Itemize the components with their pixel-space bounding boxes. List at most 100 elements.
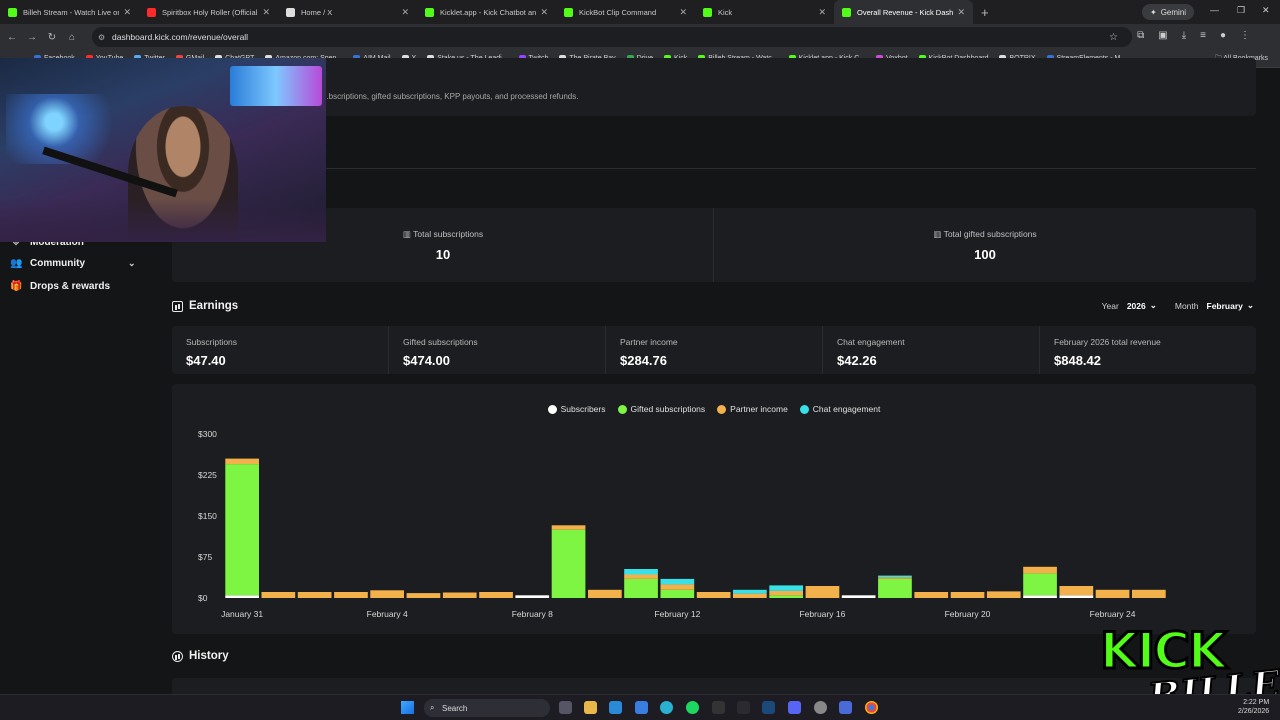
history-icon [172, 650, 183, 662]
back-icon[interactable]: ← [2, 32, 22, 43]
close-tab-icon[interactable]: ✕ [123, 7, 131, 18]
bookmark-star-icon[interactable]: ☆ [1109, 32, 1118, 43]
chrome-icon[interactable] [865, 701, 878, 714]
bar-segment-gifted[interactable] [551, 529, 586, 598]
bar-segment-partner[interactable] [225, 458, 259, 465]
y-tick-label: $75 [198, 552, 212, 562]
bar-segment-partner[interactable] [1095, 589, 1130, 598]
xbox-icon[interactable] [737, 701, 750, 714]
home-icon[interactable]: ⌂ [62, 32, 82, 43]
maximize-icon[interactable]: ❐ [1237, 5, 1245, 16]
bar-segment-subscribers[interactable] [225, 595, 259, 598]
bar-segment-partner[interactable] [624, 574, 658, 579]
bar-segment-chat[interactable] [660, 578, 695, 585]
bar-segment-partner[interactable] [914, 592, 949, 598]
year-select[interactable]: 2026 ⌄ [1127, 300, 1157, 311]
close-tab-icon[interactable]: ✕ [540, 7, 548, 18]
bar-segment-chat[interactable] [733, 589, 767, 594]
bar-segment-gifted[interactable] [1023, 573, 1057, 596]
discord-icon[interactable] [788, 701, 801, 714]
bar-segment-partner[interactable] [769, 590, 803, 596]
url-field[interactable]: ⚙ dashboard.kick.com/revenue/overall ☆ [92, 27, 1132, 47]
browser-tab[interactable]: Overall Revenue - Kick Dashbo ✕ [834, 0, 973, 24]
browser-tab[interactable]: Billeh Stream - Watch Live on K ✕ [0, 0, 139, 24]
bar-segment-partner[interactable] [442, 592, 477, 599]
extensions-icon[interactable]: ⧉ [1137, 30, 1144, 41]
bar-segment-subscribers[interactable] [1023, 595, 1057, 598]
profile-icon[interactable]: ● [1220, 30, 1226, 41]
close-tab-icon[interactable]: ✕ [262, 7, 270, 18]
bar-segment-partner[interactable] [878, 577, 912, 579]
bar-segment-partner[interactable] [986, 591, 1021, 598]
bar-segment-gifted[interactable] [878, 578, 912, 598]
x-tick-label: February 20 [945, 609, 991, 619]
bar-segment-partner[interactable] [733, 593, 767, 598]
obs-icon[interactable] [814, 701, 827, 714]
bar-segment-subscribers[interactable] [1059, 595, 1094, 598]
mail-icon[interactable] [635, 701, 648, 714]
monitor-icon[interactable] [839, 701, 852, 714]
bar-segment-partner[interactable] [1059, 586, 1094, 596]
bar-segment-partner[interactable] [479, 592, 513, 598]
sidebar-item-drops-rewards[interactable]: 🎁 Drops & rewards [10, 281, 110, 292]
bar-segment-chat[interactable] [769, 585, 803, 591]
close-tab-icon[interactable]: ✕ [679, 7, 687, 18]
store-icon[interactable] [609, 701, 622, 714]
taskbar-search[interactable]: ⌕ Search [424, 699, 550, 717]
bar-segment-subscribers[interactable] [841, 595, 876, 598]
task-view-icon[interactable] [559, 701, 572, 714]
edge-icon[interactable] [660, 701, 673, 714]
bar-segment-partner[interactable] [261, 592, 296, 598]
bar-segment-partner[interactable] [950, 592, 985, 598]
gemini-button[interactable]: ✦ Gemini [1142, 4, 1195, 20]
close-tab-icon[interactable]: ✕ [957, 7, 965, 18]
bar-segment-subscribers[interactable] [515, 595, 550, 598]
sidepanel-icon[interactable]: ▣ [1158, 30, 1167, 41]
browser-tab[interactable]: KickBot Clip Command ✕ [556, 0, 695, 24]
bar-segment-partner[interactable] [334, 592, 368, 598]
x-tick-label: February 4 [367, 609, 408, 619]
close-window-icon[interactable]: ✕ [1262, 5, 1270, 16]
bar-segment-gifted[interactable] [769, 595, 803, 598]
bar-segment-partner[interactable] [1132, 589, 1166, 598]
bar-segment-chat[interactable] [878, 575, 912, 578]
new-tab-icon[interactable]: + [981, 5, 989, 20]
minimize-icon[interactable]: — [1210, 5, 1219, 15]
site-info-icon[interactable]: ⚙ [98, 33, 105, 42]
spotify-icon[interactable] [686, 701, 699, 714]
bar-segment-partner[interactable] [297, 592, 332, 598]
close-tab-icon[interactable]: ✕ [401, 7, 409, 18]
bar-segment-gifted[interactable] [225, 464, 259, 596]
bar-segment-partner[interactable] [660, 584, 695, 590]
steam-icon[interactable] [762, 701, 775, 714]
gift-icon: 🎁 [10, 281, 23, 292]
bar-segment-partner[interactable] [551, 525, 586, 530]
file-explorer-icon[interactable] [584, 701, 597, 714]
bar-segment-chat[interactable] [624, 569, 658, 575]
browser-tab[interactable]: Spiritbox Holy Roller (Official M ✕ [139, 0, 278, 24]
more-icon[interactable]: ⋮ [1240, 30, 1250, 41]
browser-tab[interactable]: Home / X ✕ [278, 0, 417, 24]
browser-tab[interactable]: Kicklet.app - Kick Chatbot and ✕ [417, 0, 556, 24]
bar-segment-gifted[interactable] [624, 578, 658, 598]
bar-segment-partner[interactable] [805, 586, 840, 598]
bar-segment-partner[interactable] [696, 592, 731, 598]
sidebar-item-community[interactable]: 👥 Community ⌄ [10, 258, 136, 269]
forward-icon[interactable]: → [22, 32, 42, 43]
x-tick-label: February 8 [512, 609, 553, 619]
epic-icon[interactable] [712, 701, 725, 714]
bar-segment-partner[interactable] [588, 589, 622, 598]
bar-segment-partner[interactable] [406, 593, 441, 598]
date-filters: Year 2026 ⌄ Month February ⌄ [1101, 300, 1255, 311]
menu-icon[interactable]: ≡ [1200, 30, 1206, 41]
bar-segment-partner[interactable] [1023, 566, 1057, 574]
browser-tab[interactable]: Kick ✕ [695, 0, 834, 24]
reload-icon[interactable]: ↻ [42, 32, 62, 43]
bar-segment-gifted[interactable] [660, 589, 695, 598]
month-select[interactable]: February ⌄ [1207, 300, 1255, 311]
download-icon[interactable]: ⤓ [1182, 30, 1186, 41]
earnings-cell: Chat engagement $42.26 [823, 326, 1040, 374]
close-tab-icon[interactable]: ✕ [818, 7, 826, 18]
bar-segment-partner[interactable] [370, 590, 404, 598]
windows-start-icon[interactable] [401, 701, 414, 714]
